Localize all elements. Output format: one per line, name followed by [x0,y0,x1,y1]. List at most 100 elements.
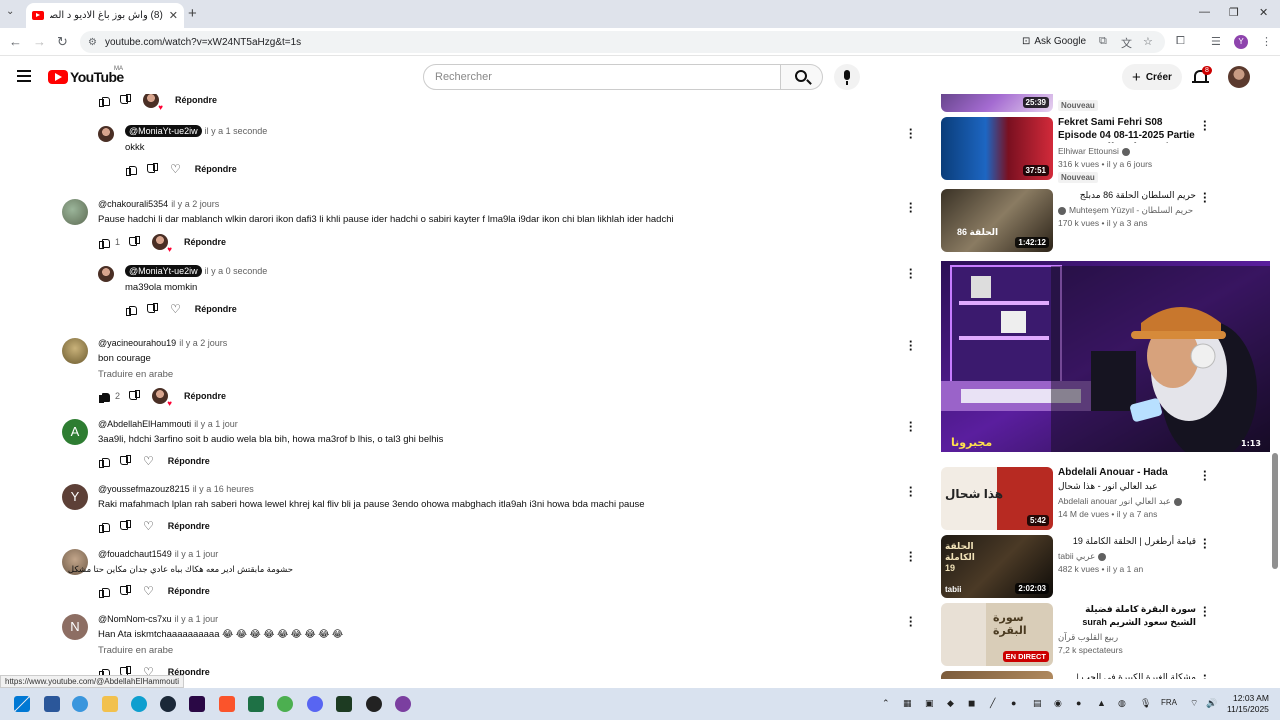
recommended-video[interactable]: هذا شحال 5:42 Abdelali Anouar - Hada Chh… [941,465,1270,530]
browser-profile-avatar[interactable]: Y [1234,35,1248,49]
translate-link[interactable]: Traduire en arabe [98,369,173,380]
app-icon[interactable] [336,696,352,712]
video-thumbnail[interactable]: الحلقة الكاملة 19 tabii 2:02:03 [941,535,1053,598]
dislike-icon[interactable] [148,305,158,314]
voice-search-icon[interactable] [834,64,860,90]
video-thumbnail[interactable]: الحلقة 86 1:42:12 [941,189,1053,252]
close-tab-icon[interactable]: ✕ [169,9,178,22]
back-icon[interactable]: ← [9,34,22,49]
channel-label[interactable]: Elhiwar Ettounsi [1058,146,1119,156]
avatar[interactable] [98,126,114,142]
minimize-icon[interactable]: — [1199,6,1210,18]
like-icon[interactable] [99,522,110,533]
avatar[interactable] [98,266,114,282]
dislike-icon[interactable] [130,392,140,401]
video-menu-icon[interactable]: ··· [1203,601,1207,622]
video-thumbnail[interactable] [941,671,1053,679]
avatar[interactable] [62,338,88,364]
channel-name[interactable]: Elhiwar Ettounsi [1058,146,1130,156]
page-scrollbar-track[interactable] [1270,56,1280,686]
dislike-icon[interactable] [121,587,131,596]
like-icon[interactable] [126,165,137,176]
video-title[interactable]: سورة البقرة كاملة فضيلة الشيخ سعود الشري… [1058,603,1196,629]
recommended-video[interactable]: 37:51 Fekret Sami Fehri S08 Episode 04 0… [941,115,1270,183]
tray-app-icon[interactable]: ▲ [1097,698,1106,708]
video-title[interactable]: Abdelali Anouar - Hada Chhal [1058,467,1196,480]
mini-player[interactable]: مجبرونا 1:13 [941,261,1280,452]
search-button[interactable] [781,64,823,90]
menu-icon[interactable] [17,70,31,85]
heart-icon[interactable]: ♡ [143,454,154,468]
channel-name[interactable]: Muhteşem Yüzyıl - حريم السلطان [1058,205,1193,216]
like-icon[interactable] [99,457,110,468]
channel-name[interactable]: ربيع القلوب قرآن [1058,632,1118,643]
browser-menu-icon[interactable]: ⋮ [1261,35,1272,48]
comment-author[interactable]: @yacineourahou19 il y a 2 jours [98,338,227,348]
comment-time[interactable]: il y a 0 seconde [205,266,268,276]
reload-icon[interactable]: ↻ [57,34,68,50]
video-title[interactable]: قيامة أرطغرل | الحلقة الكاملة 19 [1058,535,1196,548]
like-icon[interactable] [99,587,110,598]
video-thumbnail[interactable]: 25:39 [941,94,1053,112]
reply-button[interactable]: Répondre [184,237,226,247]
like-icon[interactable] [99,392,110,403]
video-title[interactable]: Fekret Sami Fehri S08 Episode 04 08-11-2… [1058,117,1196,143]
bookmark-star-icon[interactable]: ☆ [1143,35,1153,48]
recommended-video[interactable]: سورة البقرة EN DIRECT سورة البقرة كاملة … [941,601,1270,666]
comment-author[interactable]: @MoniaYt-ue2iw il y a 0 seconde [125,265,268,277]
author-handle[interactable]: @MoniaYt-ue2iw [125,125,202,137]
dislike-icon[interactable] [148,165,158,174]
comment-author[interactable]: @youssefmazouz8215 il y a 16 heures [98,484,254,494]
video-menu-icon[interactable]: ··· [1203,533,1207,554]
language-indicator[interactable]: FRA [1161,698,1177,707]
heart-icon[interactable]: ♡ [143,584,154,598]
comment-author[interactable]: @chakourali5354 il y a 2 jours [98,199,219,209]
reply-button[interactable]: Répondre [168,456,210,466]
translate-icon[interactable]: 文 [1121,35,1132,51]
steam-icon[interactable] [160,696,176,712]
comment-author[interactable]: @MoniaYt-ue2iw il y a 1 seconde [125,125,267,137]
reply-button[interactable]: Répondre [195,164,237,174]
avatar[interactable]: A [62,419,88,445]
edge-icon[interactable] [131,696,147,712]
dislike-icon[interactable] [121,457,131,466]
tab-search-icon[interactable]: ⌄ [6,6,14,17]
windows-start-icon[interactable] [14,696,30,712]
site-info-icon[interactable]: ⚙ [88,37,97,48]
search-input[interactable]: Rechercher [423,64,781,90]
comment-time[interactable]: il y a 2 jours [171,199,219,209]
system-clock[interactable]: 12:03 AM 11/15/2025 [1227,693,1269,715]
avatar[interactable]: N [62,614,88,640]
dislike-icon[interactable] [121,522,131,531]
reply-button[interactable]: Répondre [168,586,210,596]
comment-menu-icon[interactable]: · · · [906,546,916,567]
comment-time[interactable]: il y a 1 jour [194,419,238,429]
forward-icon[interactable]: → [33,34,46,49]
microphone-icon[interactable]: 🎙 [1140,698,1151,709]
comment-time[interactable]: il y a 1 jour [175,614,219,624]
comment-menu-icon[interactable]: · · · [906,197,916,218]
comment-author[interactable]: @fouadchaut1549 il y a 1 jour [98,549,218,559]
comment-time[interactable]: il y a 1 jour [175,549,219,559]
avatar[interactable] [62,199,88,225]
app-icon[interactable] [72,696,88,712]
extensions-icon[interactable]: ⧠ [1176,35,1185,48]
channel-label[interactable]: Abdelali anouar عبد العالي انور [1058,496,1171,506]
tray-app-icon[interactable]: ● [1011,698,1016,708]
video-menu-icon[interactable]: ··· [1203,465,1207,486]
premiere-icon[interactable] [189,696,205,712]
chrome-profile-icon[interactable] [395,696,411,712]
tray-app-icon[interactable]: ● [1076,698,1081,708]
reply-button[interactable]: Répondre [184,391,226,401]
channel-name[interactable]: Abdelali anouar عبد العالي انور [1058,496,1182,507]
channel-label[interactable]: tabii عربي [1058,551,1095,561]
like-icon[interactable] [99,96,110,107]
youtube-logo[interactable]: YouTube MA [48,66,124,85]
avatar[interactable]: Y [62,484,88,510]
comment-menu-icon[interactable]: · · · [906,335,916,356]
heart-icon[interactable]: ♡ [170,162,181,176]
video-thumbnail[interactable]: هذا شحال 5:42 [941,467,1053,530]
author-handle[interactable]: @MoniaYt-ue2iw [125,265,202,277]
reply-button[interactable]: Répondre [195,304,237,314]
recommended-video[interactable]: الحلقة الكاملة 19 tabii 2:02:03 قيامة أر… [941,533,1270,598]
